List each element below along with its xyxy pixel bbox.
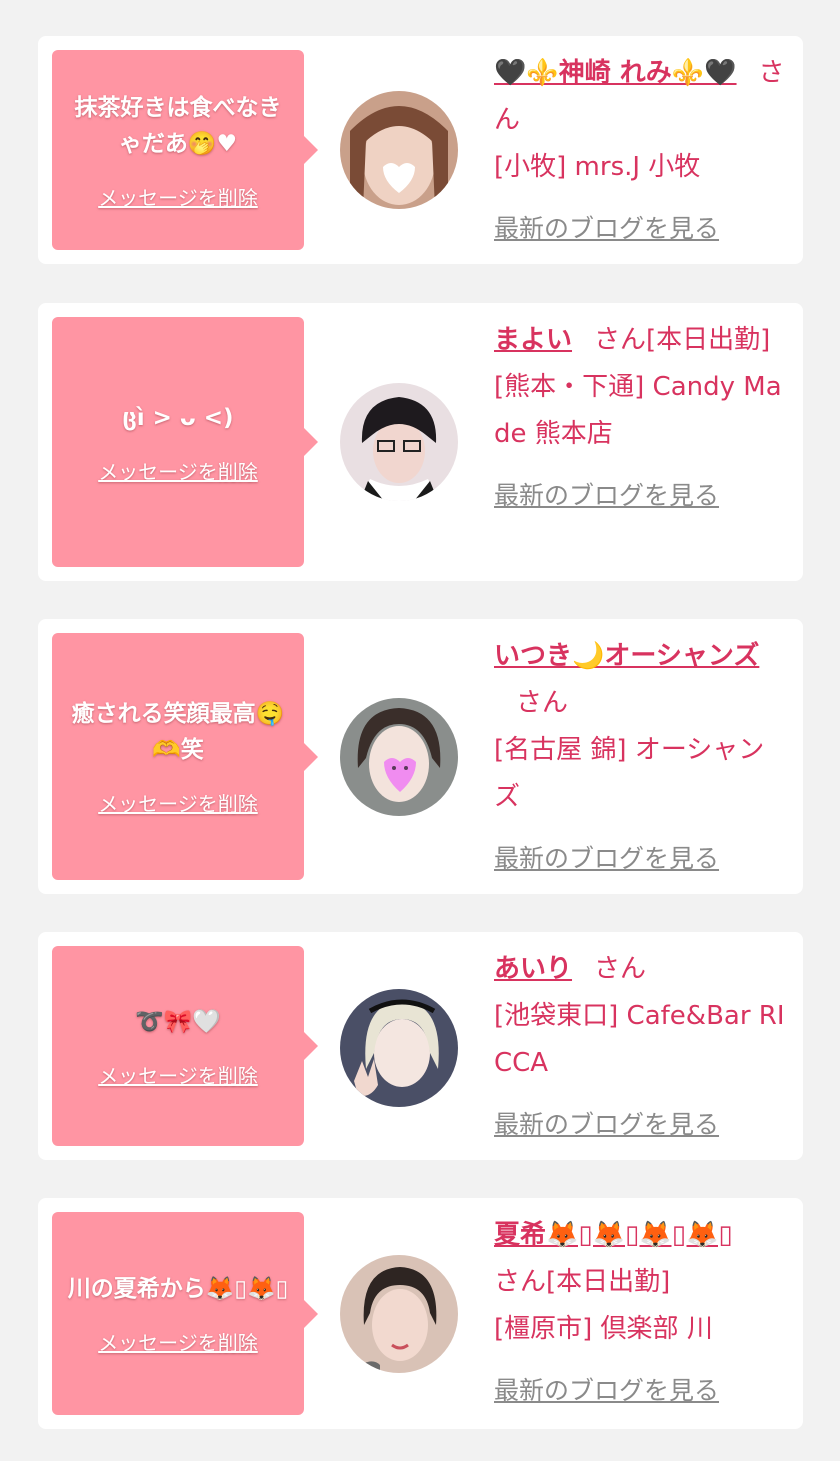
cast-name-link[interactable]: 🖤⚜️神崎 れみ⚜️🖤 xyxy=(494,58,737,88)
shop-name: [名古屋 錦] オーシャンズ xyxy=(494,735,765,812)
delete-message-link[interactable]: メッセージを削除 xyxy=(98,788,258,817)
shop-name: [小牧] mrs.J 小牧 xyxy=(494,152,701,182)
cast-suffix: さん xyxy=(516,688,569,718)
message-card: ➰🎀🤍 メッセージを削除 あいり さん [池袋東口] Cafe&Bar RICCA… xyxy=(38,932,803,1160)
cast-suffix: さん xyxy=(594,954,647,984)
cast-info: 夏希🦊▯🦊▯🦊▯🦊▯ さん[本日出勤] [橿原市] 倶楽部 川 最新のブログを見… xyxy=(494,1212,788,1415)
message-text: ცı̀ > ᴗ <) xyxy=(122,404,234,431)
favorite-message-list: 抹茶好きは食べなきゃだあ🤭♥ メッセージを削除 🖤⚜️神崎 れみ⚜️🖤 さん [小… xyxy=(0,0,840,1461)
shop-name: [橿原市] 倶楽部 川 xyxy=(494,1314,713,1344)
message-text: 癒される笑顔最高🤤🫶笑 xyxy=(71,701,285,763)
latest-blog-link[interactable]: 最新のブログを見る xyxy=(494,205,719,252)
cast-suffix: さん[本日出勤] xyxy=(594,325,771,355)
delete-message-link[interactable]: メッセージを削除 xyxy=(98,1327,258,1356)
avatar-photo-icon xyxy=(340,989,458,1107)
message-text: 抹茶好きは食べなきゃだあ🤭♥ xyxy=(74,94,282,157)
avatar[interactable] xyxy=(340,91,458,209)
latest-blog-link[interactable]: 最新のブログを見る xyxy=(494,835,719,882)
message-card: 川の夏希から🦊▯🦊▯ メッセージを削除 夏希🦊▯🦊▯🦊▯🦊▯ さん[本日出勤] … xyxy=(38,1198,803,1429)
message-card: 癒される笑顔最高🤤🫶笑 メッセージを削除 いつき🌙オーシャンズさん [名古屋 錦… xyxy=(38,619,803,894)
avatar-photo-icon xyxy=(340,1255,458,1373)
latest-blog-link[interactable]: 最新のブログを見る xyxy=(494,1367,719,1414)
message-card: ცı̀ > ᴗ <) メッセージを削除 まよい さん[本日出勤] [熊本・下通] … xyxy=(38,303,803,581)
cast-suffix: さん[本日出勤] xyxy=(494,1267,671,1297)
message-bubble: 抹茶好きは食べなきゃだあ🤭♥ メッセージを削除 xyxy=(52,50,318,250)
cast-name-link[interactable]: まよい xyxy=(494,325,572,355)
avatar[interactable] xyxy=(340,1255,458,1373)
message-text: 川の夏希から🦊▯🦊▯ xyxy=(67,1276,289,1302)
message-card: 抹茶好きは食べなきゃだあ🤭♥ メッセージを削除 🖤⚜️神崎 れみ⚜️🖤 さん [小… xyxy=(38,36,803,264)
cast-info: 🖤⚜️神崎 れみ⚜️🖤 さん [小牧] mrs.J 小牧 最新のブログを見る xyxy=(494,50,788,253)
cast-info: いつき🌙オーシャンズさん [名古屋 錦] オーシャンズ 最新のブログを見る xyxy=(494,633,788,883)
shop-name: [池袋東口] Cafe&Bar RICCA xyxy=(494,1001,785,1078)
avatar-photo-icon xyxy=(340,91,458,209)
delete-message-link[interactable]: メッセージを削除 xyxy=(98,182,258,211)
cast-name-link[interactable]: あいり xyxy=(494,954,572,984)
message-bubble: ➰🎀🤍 メッセージを削除 xyxy=(52,946,318,1146)
delete-message-link[interactable]: メッセージを削除 xyxy=(98,1060,258,1089)
message-bubble: 癒される笑顔最高🤤🫶笑 メッセージを削除 xyxy=(52,633,318,880)
latest-blog-link[interactable]: 最新のブログを見る xyxy=(494,1101,719,1148)
avatar[interactable] xyxy=(340,989,458,1107)
cast-info: まよい さん[本日出勤] [熊本・下通] Candy Made 熊本店 最新のブロ… xyxy=(494,317,788,520)
cast-name-link[interactable]: いつき🌙オーシャンズ xyxy=(494,641,759,671)
avatar-photo-icon xyxy=(340,383,458,501)
delete-message-link[interactable]: メッセージを削除 xyxy=(98,456,258,485)
cast-name-link[interactable]: 夏希🦊▯🦊▯🦊▯🦊▯ xyxy=(494,1220,733,1250)
avatar-photo-icon xyxy=(340,698,458,816)
avatar[interactable] xyxy=(340,383,458,501)
shop-name: [熊本・下通] Candy Made 熊本店 xyxy=(494,372,782,449)
cast-info: あいり さん [池袋東口] Cafe&Bar RICCA 最新のブログを見る xyxy=(494,946,788,1149)
avatar[interactable] xyxy=(340,698,458,816)
message-bubble: ცı̀ > ᴗ <) メッセージを削除 xyxy=(52,317,318,567)
message-text: ➰🎀🤍 xyxy=(135,1008,221,1035)
message-bubble: 川の夏希から🦊▯🦊▯ メッセージを削除 xyxy=(52,1212,318,1415)
latest-blog-link[interactable]: 最新のブログを見る xyxy=(494,472,719,519)
